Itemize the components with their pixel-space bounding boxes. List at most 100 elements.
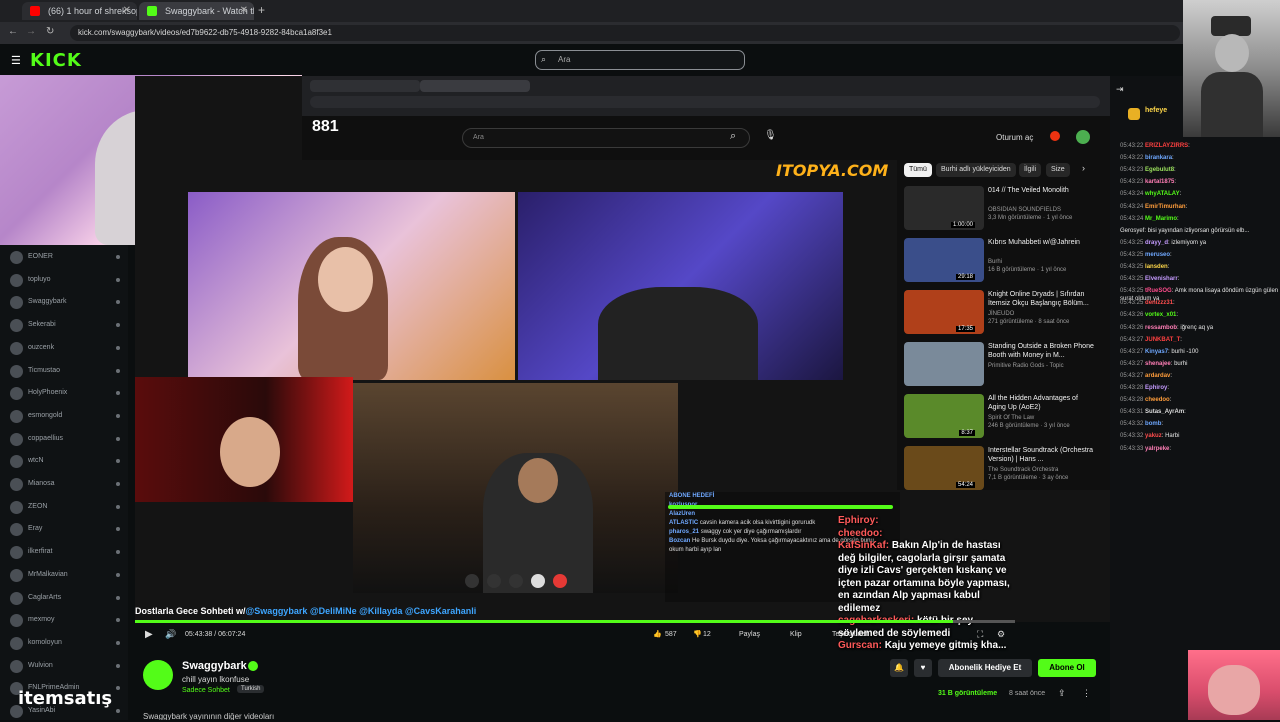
kick-logo[interactable]: KICK xyxy=(30,50,82,71)
reload-icon[interactable]: ↻ xyxy=(46,26,54,37)
chat-message: 05:43:27 shenajee: burhi xyxy=(1120,360,1188,367)
sidebar-channel[interactable]: mexmoy xyxy=(10,613,122,631)
channel-name[interactable]: Swaggybark xyxy=(182,660,247,672)
close-tab-icon[interactable]: ✕ xyxy=(123,2,131,20)
sidebar-channel[interactable]: CaglarArts xyxy=(10,591,122,609)
chat-message: 05:43:25 meruseo: xyxy=(1120,251,1172,258)
avatar xyxy=(10,591,23,605)
pinned-badge-icon xyxy=(1128,108,1140,120)
chat-message: 05:43:31 Sutas_AyrAm: xyxy=(1120,409,1186,416)
close-tab-icon[interactable]: ✕ xyxy=(240,2,248,20)
sidebar-channel[interactable]: ZEON xyxy=(10,500,122,518)
avatar xyxy=(10,478,23,491)
sidebar-channel[interactable]: wtcN xyxy=(10,454,122,472)
sidebar-channel[interactable]: topluyo xyxy=(10,273,122,291)
overlay-big-chat-line: Ephiroy: xyxy=(838,515,879,526)
sidebar-channel[interactable]: Mianosa xyxy=(10,477,122,495)
live-dot-icon xyxy=(116,618,120,623)
sponsor-watermark: ITOPYA.COM xyxy=(776,161,889,180)
avatar xyxy=(10,523,23,537)
notification-bell-button[interactable]: 🔔 xyxy=(890,659,908,677)
chat-message: 05:43:24 EmirTimurhan: xyxy=(1120,203,1188,210)
sidebar-channel[interactable]: komoloyun xyxy=(10,636,122,654)
sidebar-channel[interactable]: HolyPhoenix xyxy=(10,386,122,404)
collapse-chat-icon[interactable]: ⇥ xyxy=(1116,84,1124,95)
dislike-icon[interactable]: 👎 xyxy=(693,630,702,638)
live-dot-icon xyxy=(116,527,120,532)
viewer-count: 881 xyxy=(312,118,339,135)
more-videos-heading: Swaggybark yayınının diğer videoları xyxy=(143,712,275,720)
avatar xyxy=(10,341,23,355)
inner-search-input: Ara xyxy=(462,128,750,148)
favorite-button[interactable]: ♥ xyxy=(914,659,932,677)
avatar xyxy=(10,409,23,423)
avatar xyxy=(10,546,23,560)
duration-badge: 29:18 xyxy=(955,274,975,280)
url-field[interactable]: kick.com/swaggybark/videos/ed7b9622-db75… xyxy=(70,25,1180,41)
clip-button[interactable]: Klip xyxy=(790,631,802,638)
sidebar-channel[interactable]: esmongold xyxy=(10,409,122,427)
chat-message: 05:43:27 Kinyas7: burhi -100 xyxy=(1120,348,1199,355)
avatar xyxy=(10,319,23,333)
progress-bar[interactable] xyxy=(135,620,1015,623)
chat-message: 05:43:25 drayy_d: izlemiyom ya xyxy=(1120,239,1207,246)
like-icon[interactable]: 👍 xyxy=(653,630,662,638)
chat-message: 05:43:22 birankara: xyxy=(1120,155,1174,162)
video-caption: Dostlarla Gece Sohbeti w/@Swaggybark @De… xyxy=(135,606,477,616)
kick-icon xyxy=(147,6,157,16)
live-dot-icon xyxy=(116,482,120,486)
sidebar-channel[interactable]: Swaggybark xyxy=(10,295,122,313)
fullscreen-icon[interactable]: ⛶ xyxy=(977,629,983,640)
share-icon[interactable]: ⇪ xyxy=(1058,688,1066,699)
video-tile-1 xyxy=(188,192,515,380)
sidebar: EONER topluyo Swaggybark Sekerabi ouzcenk Tic… xyxy=(0,245,128,720)
subscribe-button[interactable]: Abone Ol xyxy=(1038,659,1096,677)
settings-icon[interactable]: ⚙ xyxy=(997,629,1005,640)
sidebar-channel[interactable]: Sekerabi xyxy=(10,318,122,336)
forward-icon[interactable]: → xyxy=(26,26,36,37)
chat-message: 05:43:26 vortex_x01: xyxy=(1120,312,1179,319)
sidebar-channel[interactable]: EONER xyxy=(10,250,122,268)
live-dot-icon xyxy=(116,436,120,441)
play-icon[interactable]: ▶ xyxy=(145,629,153,640)
avatar xyxy=(10,614,23,628)
chat-message: 05:43:24 Mr_Marimo: xyxy=(1120,215,1179,222)
live-dot-icon xyxy=(116,595,120,600)
category-link[interactable]: Sadece Sohbet xyxy=(182,687,230,694)
avatar xyxy=(10,432,23,446)
menu-icon[interactable]: ☰ xyxy=(11,54,21,67)
video-tile-4 xyxy=(353,383,678,593)
stream-title: chill yayın lkonfuse xyxy=(182,675,250,684)
sidebar-channel[interactable]: Wulvion xyxy=(10,659,122,677)
sidebar-channel[interactable]: Eray xyxy=(10,522,122,540)
chip-for-you: Size xyxy=(1046,163,1070,177)
sidebar-channel[interactable]: MrMalkavian xyxy=(10,568,122,586)
browser-tab-kick[interactable]: Swaggybark - Watch the V ✕ xyxy=(139,2,254,20)
search-input[interactable]: Ara xyxy=(535,50,745,70)
avatar xyxy=(10,500,23,514)
browser-tab-youtube[interactable]: (66) 1 hour of shreksophone - ✕ xyxy=(22,2,137,20)
sidebar-channel[interactable]: ouzcenk xyxy=(10,341,122,359)
back-icon[interactable]: ← xyxy=(8,26,18,37)
chip-all: Tümü xyxy=(904,163,932,177)
sidebar-channel[interactable]: coppaellius xyxy=(10,432,122,450)
channel-avatar[interactable] xyxy=(143,660,173,690)
thanks-button[interactable]: Teşekkürler xyxy=(832,631,868,638)
video-tile-3 xyxy=(135,377,353,502)
new-tab-button[interactable]: + xyxy=(258,3,265,17)
avatar xyxy=(10,659,23,673)
live-dot-icon xyxy=(116,686,120,691)
chat-message: 05:43:23 kartal1875: xyxy=(1120,179,1177,186)
gift-sub-button[interactable]: Abonelik Hediye Et xyxy=(938,659,1032,677)
avatar xyxy=(1076,130,1090,144)
volume-icon[interactable]: 🔊 xyxy=(165,629,176,640)
share-button[interactable]: Paylaş xyxy=(739,631,760,638)
more-icon[interactable]: ⋮ xyxy=(1082,688,1091,699)
chevron-right-icon: › xyxy=(1082,163,1085,173)
sidebar-channel[interactable]: Ticmustao xyxy=(10,364,122,382)
like-count: 587 xyxy=(665,631,677,638)
avatar xyxy=(10,251,23,264)
notification-icon xyxy=(1050,131,1060,141)
sidebar-channel[interactable]: ilkerfirat xyxy=(10,545,122,563)
overlay-big-chat-line: KafSinKaf: Bakın Alp'in de hastası değ b… xyxy=(838,540,1010,614)
